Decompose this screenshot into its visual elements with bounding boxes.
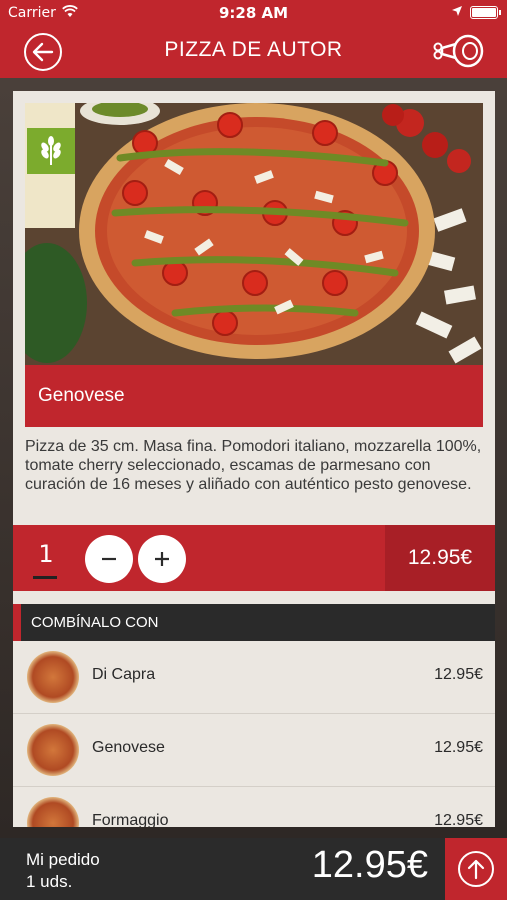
list-item-price: 12.95€ [434, 739, 483, 756]
battery-icon [470, 6, 501, 19]
top-bar: Carrier 9:28 AM PIZZA DE AUTOR [0, 0, 507, 78]
order-total: 12.95€ [311, 844, 428, 886]
combine-header-label: COMBÍNALO CON [31, 614, 159, 631]
list-item[interactable]: Di Capra 12.95€ [13, 641, 495, 714]
product-description: Pizza de 35 cm. Masa fina. Pomodori ital… [25, 438, 482, 493]
product-photo [25, 103, 483, 365]
vegetarian-badge [27, 128, 75, 174]
minus-icon [102, 557, 116, 561]
view-order-button[interactable] [445, 838, 507, 900]
list-item-name: Genovese [92, 739, 165, 756]
quantity-underline [33, 576, 57, 579]
clock: 9:28 AM [218, 4, 289, 22]
wheat-icon [41, 136, 61, 165]
product-price: 12.95€ [385, 525, 495, 591]
quantity-value: 1 [38, 540, 54, 568]
product-card: Genovese Pizza de 35 cm. Masa fina. Pomo… [13, 91, 495, 827]
page-title: PIZZA DE AUTOR [164, 38, 343, 61]
status-bar: Carrier 9:28 AM [0, 0, 507, 26]
location-arrow-icon [452, 6, 462, 16]
pizza-thumbnail [27, 724, 79, 776]
order-units: 1 uds. [26, 872, 73, 891]
product-name: Genovese [25, 365, 483, 427]
plus-icon [155, 552, 169, 566]
list-item-name: Formaggio [92, 812, 169, 827]
combine-list: Di Capra 12.95€ Genovese 12.95€ Formaggi… [13, 641, 495, 827]
decrease-quantity-button[interactable] [85, 535, 133, 583]
quantity-bar: 1 12.95€ [13, 525, 495, 591]
increase-quantity-button[interactable] [138, 535, 186, 583]
list-item-price: 12.95€ [434, 812, 483, 827]
list-item[interactable]: Formaggio 12.95€ [13, 787, 495, 827]
list-item-price: 12.95€ [434, 666, 483, 683]
order-label: Mi pedido [26, 850, 100, 869]
header-accent [13, 604, 21, 641]
pizza-thumbnail [27, 797, 79, 827]
pizza-illustration [25, 103, 483, 365]
combine-section-header: COMBÍNALO CON [13, 604, 495, 641]
order-footer[interactable]: Mi pedido 1 uds. 12.95€ [0, 838, 507, 900]
pizza-thumbnail [27, 651, 79, 703]
ham-leg-icon[interactable] [432, 30, 486, 72]
list-item-name: Di Capra [92, 666, 156, 683]
up-arrow-icon [458, 851, 494, 887]
list-item[interactable]: Genovese 12.95€ [13, 714, 495, 787]
